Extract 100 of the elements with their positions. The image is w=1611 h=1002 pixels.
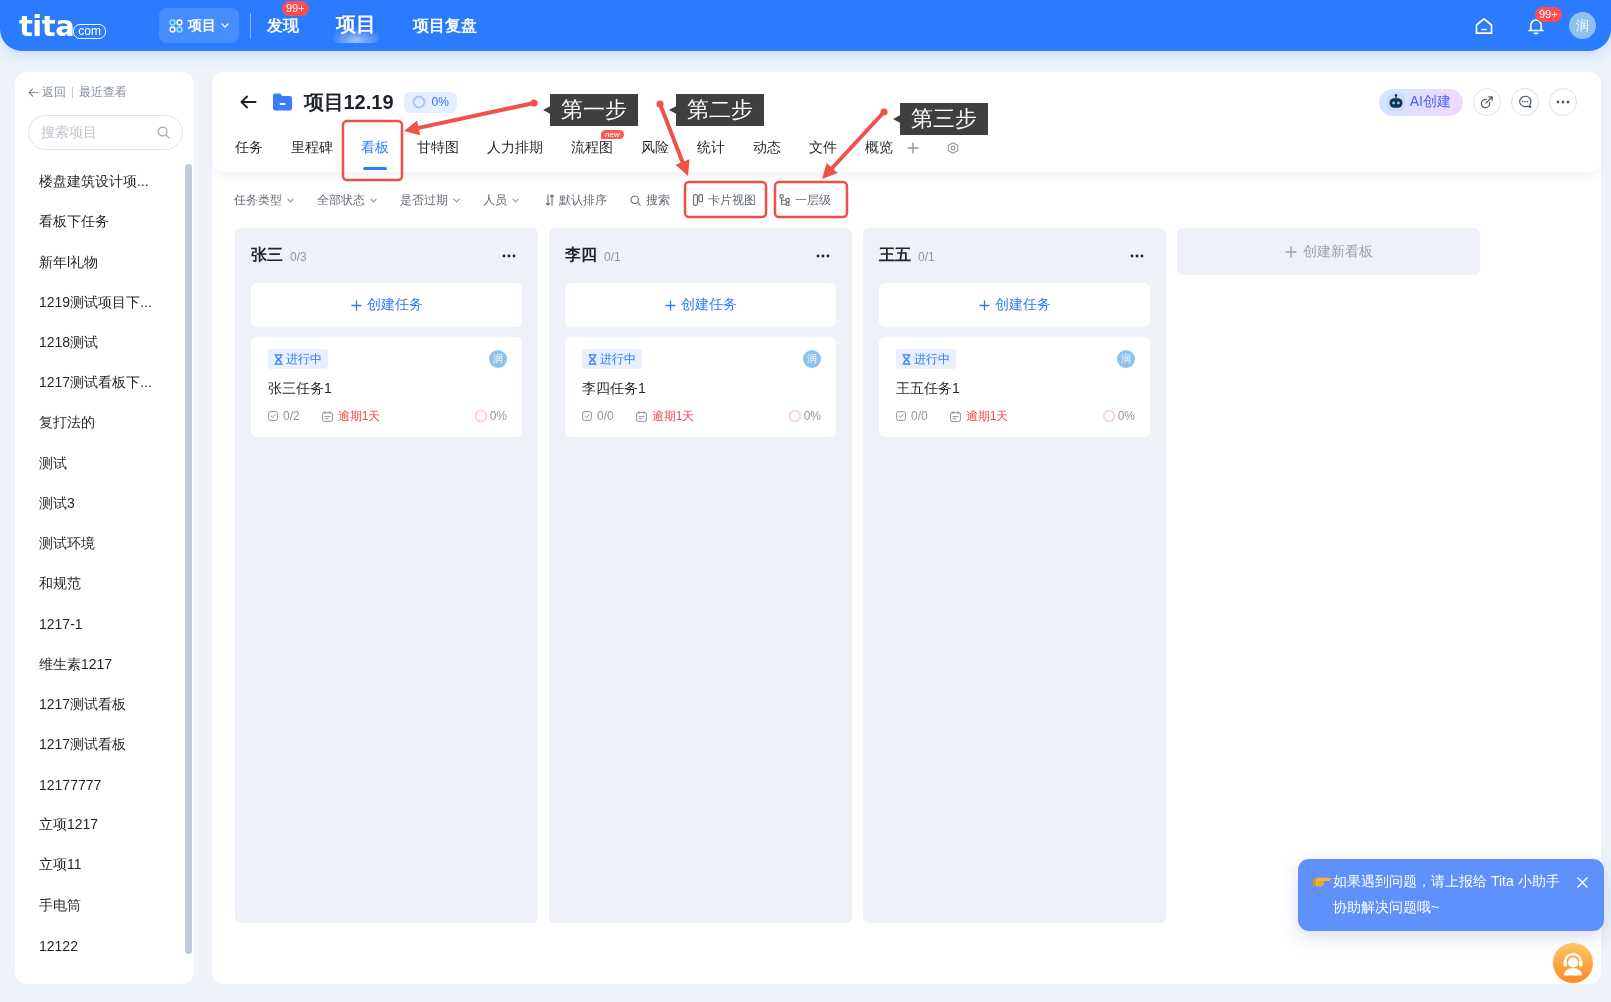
count-badge: 99+ (282, 0, 309, 16)
search-button[interactable]: 搜索 (630, 191, 670, 209)
project-item[interactable]: 复打法的 (27, 403, 185, 444)
more-icon[interactable] (1130, 253, 1144, 258)
step-callout: 第三步 (893, 103, 988, 135)
project-item[interactable]: 1217测试看板下... (27, 363, 185, 404)
project-item[interactable]: 立项11 (27, 845, 185, 886)
checkbox-icon (268, 411, 278, 421)
project-item[interactable]: 立项1217 (27, 805, 185, 846)
filter-dropdown[interactable]: 人员 (483, 191, 519, 209)
project-item[interactable]: 楼盘建筑设计项... (27, 162, 185, 203)
task-card[interactable]: 进行中 润 张三任务1 0/2 逾期1天 0% (251, 337, 522, 437)
back-arrow-icon[interactable] (240, 95, 257, 109)
project-title: 项目12.19 (303, 90, 394, 115)
task-count: 0/3 (290, 250, 307, 264)
ring-icon (473, 409, 488, 423)
project-item[interactable]: 测试环境 (27, 523, 185, 565)
filter-dropdown[interactable]: 任务类型 (234, 191, 294, 209)
circle-arrow-icon (1480, 95, 1494, 109)
calendar-icon (635, 410, 647, 422)
chevron-down-icon (221, 23, 229, 28)
task-count: 0/1 (604, 250, 621, 264)
ring-icon (1101, 409, 1116, 423)
level-switch-button[interactable]: 一层级 (779, 191, 831, 209)
tab[interactable]: 甘特图 (417, 137, 459, 170)
create-task-button[interactable]: 创建任务 (251, 283, 522, 327)
chat-icon (1518, 95, 1532, 109)
column-title: 李四 (565, 245, 597, 265)
hourglass-icon (902, 353, 911, 365)
add-icon[interactable] (907, 141, 919, 154)
sort-icon (546, 194, 554, 206)
hourglass-icon (274, 353, 283, 365)
project-item[interactable]: 1217测试看板 (27, 684, 185, 725)
search-field[interactable]: 搜索项目 (27, 114, 183, 151)
tab[interactable]: 流程图 (571, 137, 613, 170)
project-item[interactable]: 1219测试项目下... (27, 282, 185, 323)
view-switch-button[interactable]: 卡片视图 (693, 191, 756, 209)
task-title: 王五任务1 (896, 378, 961, 398)
customer-service-icon[interactable] (1553, 943, 1593, 983)
project-item[interactable]: 手电筒 (27, 885, 185, 926)
project-item[interactable]: 1218测试 (27, 322, 185, 364)
nav-link[interactable]: 项目复盘 (412, 13, 478, 38)
tab[interactable]: 任务 (235, 137, 263, 170)
home-icon[interactable] (1474, 15, 1494, 36)
comment-button[interactable] (1511, 88, 1539, 116)
step-callout: 第一步 (543, 94, 638, 126)
more-icon[interactable] (816, 253, 830, 258)
project-item[interactable]: 1217-1 (27, 604, 185, 645)
task-card[interactable]: 进行中 润 李四任务1 0/0 逾期1天 0% (565, 337, 836, 437)
calendar-icon (949, 410, 961, 422)
project-item[interactable]: 测试 (27, 443, 185, 484)
tab[interactable]: 里程碑 (291, 137, 333, 170)
task-title: 李四任务1 (582, 378, 647, 398)
highlight-frame (341, 119, 404, 182)
close-icon[interactable] (1577, 877, 1588, 888)
columns-icon (693, 194, 703, 206)
project-item[interactable]: 和规范 (27, 564, 185, 605)
task-count: 0/1 (918, 250, 935, 264)
ai-create-button[interactable]: AI创建 (1378, 88, 1463, 116)
checkbox-icon (582, 411, 592, 421)
tab[interactable]: 人力排期 (487, 137, 543, 170)
project-item[interactable]: 新年l礼物 (27, 242, 185, 283)
back-link[interactable]: 返回 (27, 83, 66, 101)
project-item[interactable]: 12177777 (27, 765, 185, 806)
ring-icon (411, 95, 426, 109)
tab[interactable]: 动态 (753, 137, 781, 170)
recent-link[interactable]: 最近查看 (78, 83, 127, 101)
ring-icon (787, 409, 802, 423)
filter-dropdown[interactable]: 是否过期 (400, 191, 460, 209)
scrollbar[interactable] (185, 163, 192, 954)
project-item[interactable]: 1217测试看板 (27, 724, 185, 765)
more-icon[interactable] (502, 253, 516, 258)
assignee-avatar: 润 (1117, 350, 1135, 368)
plus-icon (350, 299, 362, 311)
filter-dropdown[interactable]: 全部状态 (317, 191, 377, 209)
pointing-hand-icon (1313, 875, 1331, 887)
checkbox-icon (896, 411, 906, 421)
circle-arrow-button[interactable] (1473, 88, 1501, 116)
sort-button[interactable]: 默认排序 (546, 191, 607, 209)
assignee-avatar: 润 (803, 350, 821, 368)
tab[interactable]: 统计 (697, 137, 725, 170)
due-label: 逾期1天 (337, 407, 381, 425)
project-item[interactable]: 12122 (27, 925, 185, 966)
tab[interactable]: 风险 (641, 137, 669, 170)
create-task-button[interactable]: 创建任务 (879, 283, 1150, 327)
project-item[interactable]: 维生素1217 (27, 644, 185, 685)
column-title: 王五 (879, 245, 911, 265)
nav-link[interactable]: 发现 (266, 13, 300, 38)
settings-icon[interactable] (947, 141, 959, 154)
project-item[interactable]: 看板下任务 (27, 202, 185, 243)
tab[interactable]: 看板 (361, 137, 389, 170)
apps-icon (169, 18, 183, 33)
project-item[interactable]: 测试3 (27, 483, 185, 524)
task-card[interactable]: 进行中 润 王五任务1 0/0 逾期1天 0% (879, 337, 1150, 437)
folder-icon (273, 93, 292, 111)
step-callout: 第二步 (669, 94, 764, 126)
create-task-button[interactable]: 创建任务 (565, 283, 836, 327)
tab[interactable]: 概览 (865, 137, 893, 170)
tab[interactable]: 文件 (809, 137, 837, 170)
subtask-count: 0/2 (283, 409, 300, 423)
